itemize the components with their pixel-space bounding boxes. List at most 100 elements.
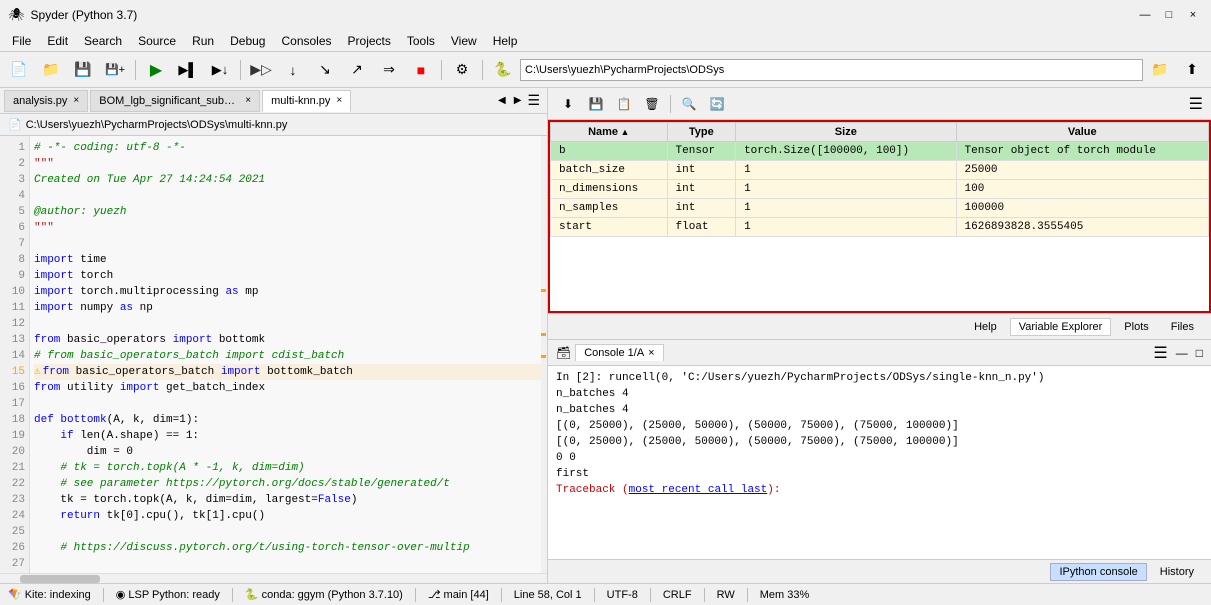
minimize-button[interactable]: — — [1135, 5, 1155, 25]
titlebar: 🕷 Spyder (Python 3.7) — □ × — [0, 0, 1211, 30]
tab-prev-button[interactable]: ◀ — [495, 95, 509, 106]
file-path-text: C:\Users\yuezh\PycharmProjects\ODSys\mul… — [26, 119, 288, 131]
code-area[interactable]: 12345 678910 1112131415 1617181920 21222… — [0, 136, 547, 583]
kite-icon: 🪁 — [8, 588, 22, 601]
refresh-button[interactable]: 🔄 — [705, 92, 729, 116]
console-tab-1[interactable]: Console 1/A × — [575, 344, 663, 361]
col-size[interactable]: Size — [736, 123, 956, 142]
import-data-button[interactable]: ⬇ — [556, 92, 580, 116]
window-controls: — □ × — [1135, 5, 1203, 25]
menu-item-file[interactable]: File — [4, 32, 39, 50]
continue-button[interactable]: ⇒ — [374, 56, 404, 84]
up-dir-button[interactable]: ⬆ — [1177, 56, 1207, 84]
menu-item-debug[interactable]: Debug — [222, 32, 273, 50]
console-new-button[interactable]: 🗃 — [556, 346, 571, 360]
console-tab-close[interactable]: × — [648, 347, 654, 359]
tab-bom-close[interactable]: × — [245, 95, 251, 106]
console-output[interactable]: In [2]: runcell(0, 'C:/Users/yuezh/Pycha… — [548, 366, 1211, 559]
var-size: torch.Size([100000, 100]) — [736, 142, 956, 161]
var-menu-button[interactable]: ☰ — [1189, 94, 1203, 114]
editor-hscroll[interactable] — [0, 573, 547, 583]
code-content[interactable]: # -*- coding: utf-8 -*- """ Created on T… — [30, 136, 547, 573]
tab-history[interactable]: History — [1151, 563, 1203, 581]
var-type: Tensor — [667, 142, 736, 161]
conda-status-text: conda: ggym (Python 3.7.10) — [262, 589, 403, 601]
col-value[interactable]: Value — [956, 123, 1208, 142]
close-button[interactable]: × — [1183, 5, 1203, 25]
variable-explorer-toolbar: ⬇ 💾 📋 🗑 🔍 🔄 ☰ — [548, 88, 1211, 120]
menu-item-source[interactable]: Source — [130, 32, 184, 50]
run-cell-advance-button[interactable]: ▶↓ — [205, 56, 235, 84]
browse-button[interactable]: 📁 — [1145, 56, 1175, 84]
maximize-button[interactable]: □ — [1159, 5, 1179, 25]
menu-item-tools[interactable]: Tools — [399, 32, 443, 50]
open-file-button[interactable]: 📁 — [36, 56, 66, 84]
tab-bom[interactable]: BOM_lgb_significant_subset_analysis_data… — [90, 90, 260, 112]
rw-text: RW — [717, 589, 735, 601]
status-lsp: ◉ LSP Python: ready — [116, 588, 220, 601]
path-input[interactable]: C:\Users\yuezh\PycharmProjects\ODSys — [520, 59, 1143, 81]
var-value: 100 — [956, 180, 1208, 199]
table-row[interactable]: n_samples int 1 100000 — [551, 199, 1209, 218]
console-line-5: 0 0 — [556, 450, 1203, 466]
code-line-15: ⚠ from basic_operators_batch import bott… — [34, 364, 543, 380]
step-in-button[interactable]: ↘ — [310, 56, 340, 84]
debug-button[interactable]: ▶▷ — [246, 56, 276, 84]
search-var-button[interactable]: 🔍 — [677, 92, 701, 116]
var-name: n_dimensions — [551, 180, 668, 199]
tab-analysis-close[interactable]: × — [73, 95, 79, 106]
status-separator-4 — [501, 588, 502, 602]
save-data-button[interactable]: 💾 — [584, 92, 608, 116]
save-button[interactable]: 💾 — [68, 56, 98, 84]
tab-menu-button[interactable]: ☰ — [524, 92, 543, 109]
menu-item-consoles[interactable]: Consoles — [273, 32, 339, 50]
table-row[interactable]: start float 1 1626893828.3555405 — [551, 218, 1209, 237]
col-name[interactable]: Name — [551, 123, 668, 142]
new-file-button[interactable]: 📄 — [4, 56, 34, 84]
col-type[interactable]: Type — [667, 123, 736, 142]
editor-hscroll-thumb[interactable] — [20, 575, 100, 583]
console-menu-button[interactable]: ☰ — [1153, 343, 1167, 363]
copy-button[interactable]: 📋 — [612, 92, 636, 116]
console-line-3: [(0, 25000), (25000, 50000), (50000, 750… — [556, 418, 1203, 434]
code-line-12 — [34, 316, 543, 332]
menu-item-run[interactable]: Run — [184, 32, 222, 50]
python-env-button[interactable]: 🐍 — [488, 56, 518, 84]
stop-button[interactable]: ■ — [406, 56, 436, 84]
menu-item-edit[interactable]: Edit — [39, 32, 76, 50]
tab-ipython-console[interactable]: IPython console — [1050, 563, 1146, 581]
status-git: ⎇ main [44] — [428, 588, 489, 601]
tab-analysis[interactable]: analysis.py × — [4, 90, 88, 112]
delete-button[interactable]: 🗑 — [640, 92, 664, 116]
run-button[interactable]: ▶ — [141, 56, 171, 84]
tab-help[interactable]: Help — [965, 318, 1006, 336]
menu-item-view[interactable]: View — [443, 32, 485, 50]
line-numbers: 12345 678910 1112131415 1617181920 21222… — [0, 136, 30, 573]
console-maximize-button[interactable]: □ — [1196, 346, 1203, 360]
tab-multi-knn[interactable]: multi-knn.py × — [262, 90, 351, 112]
editor-vscroll[interactable] — [541, 136, 547, 573]
menu-item-projects[interactable]: Projects — [340, 32, 399, 50]
save-all-button[interactable]: 💾+ — [100, 56, 130, 84]
table-row[interactable]: n_dimensions int 1 100 — [551, 180, 1209, 199]
git-status-text: main [44] — [444, 589, 489, 601]
tab-plots[interactable]: Plots — [1115, 318, 1157, 336]
menu-item-help[interactable]: Help — [485, 32, 526, 50]
tab-variable-explorer[interactable]: Variable Explorer — [1010, 318, 1112, 336]
run-cell-button[interactable]: ▶▌ — [173, 56, 203, 84]
tab-files[interactable]: Files — [1162, 318, 1203, 336]
profile-button[interactable]: ⚙ — [447, 56, 477, 84]
tab-bom-label: BOM_lgb_significant_subset_analysis_data… — [99, 95, 239, 107]
table-row[interactable]: b Tensor torch.Size([100000, 100]) Tenso… — [551, 142, 1209, 161]
code-line-4 — [34, 188, 543, 204]
tab-multi-knn-close[interactable]: × — [336, 95, 342, 106]
step-over-button[interactable]: ↓ — [278, 56, 308, 84]
table-row[interactable]: batch_size int 1 25000 — [551, 161, 1209, 180]
console-minimize-button[interactable]: — — [1176, 346, 1188, 360]
tab-next-button[interactable]: ▶ — [511, 95, 525, 106]
step-out-button[interactable]: ↗ — [342, 56, 372, 84]
code-line-10: import torch.multiprocessing as mp — [34, 284, 543, 300]
var-name: n_samples — [551, 199, 668, 218]
toolbar-separator-2 — [240, 60, 241, 80]
menu-item-search[interactable]: Search — [76, 32, 130, 50]
